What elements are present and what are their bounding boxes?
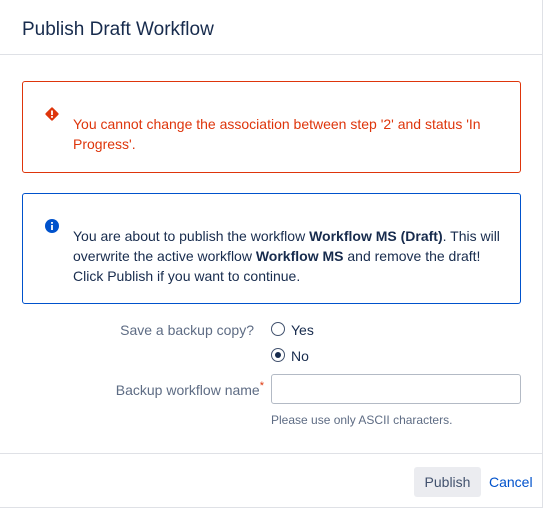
required-marker: * — [259, 380, 264, 392]
error-message: You cannot change the association betwee… — [22, 81, 521, 173]
info-icon — [45, 219, 59, 233]
dialog-header: Publish Draft Workflow — [0, 0, 542, 55]
info-message-text: You are about to publish the workflow Wo… — [73, 228, 500, 284]
workflow-active-name: Workflow MS — [255, 248, 344, 264]
workflow-draft-name: Workflow MS (Draft) — [309, 228, 443, 244]
radio-backup-yes[interactable] — [271, 322, 285, 336]
error-message-text: You cannot change the association betwee… — [73, 116, 481, 152]
cancel-button[interactable]: Cancel — [489, 467, 533, 497]
dialog-title: Publish Draft Workflow — [22, 19, 214, 40]
dialog-footer: Publish Cancel — [0, 453, 542, 508]
backup-copy-label: Save a backup copy? — [120, 322, 254, 338]
ascii-hint: Please use only ASCII characters. — [271, 413, 453, 427]
radio-no-label[interactable]: No — [291, 348, 309, 364]
publish-dialog: Publish Draft Workflow You cannot change… — [0, 0, 543, 508]
publish-button[interactable]: Publish — [414, 467, 481, 497]
radio-backup-no[interactable] — [271, 348, 285, 362]
error-icon — [45, 107, 59, 121]
backup-name-input[interactable] — [271, 374, 521, 404]
backup-name-label: Backup workflow name — [115, 382, 260, 398]
radio-yes-label[interactable]: Yes — [291, 322, 314, 338]
info-message: You are about to publish the workflow Wo… — [22, 193, 521, 304]
backup-name-label-group: Backup workflow name* — [115, 380, 264, 398]
info-text-part1: You are about to publish the workflow — [73, 228, 310, 244]
